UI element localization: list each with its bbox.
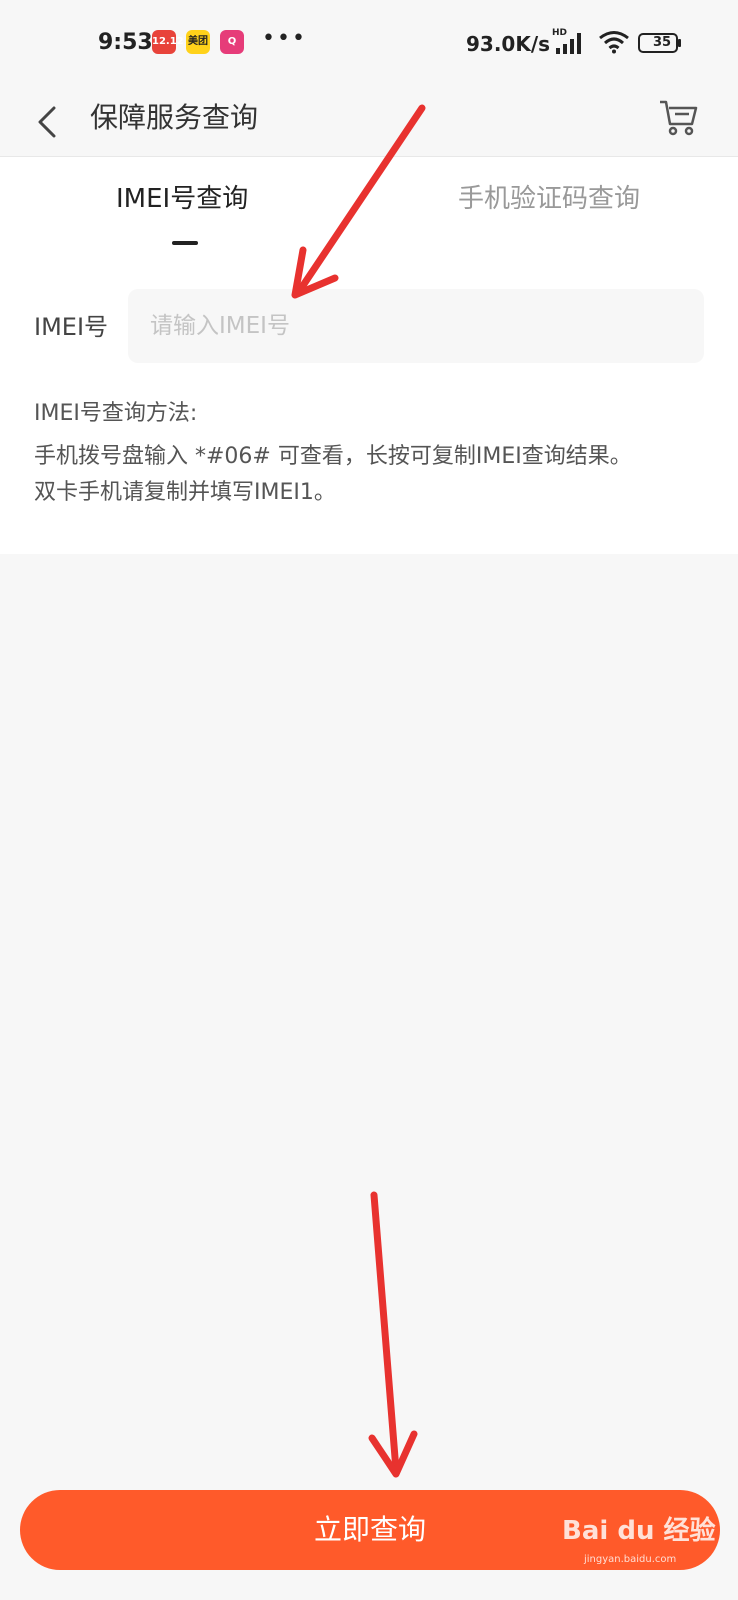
page-title: 保障服务查询 (90, 101, 259, 134)
active-tab-indicator (172, 241, 198, 245)
chevron-left-icon[interactable] (30, 100, 70, 144)
annotation-arrow-to-button (368, 1191, 418, 1478)
method-instruction-line: 双卡手机请复制并填写IMEI1。 (34, 480, 336, 505)
status-time: 9:53 (98, 30, 153, 55)
imei-form-card: IMEI号 IMEI号查询方法: 手机拨号盘输入 *#06# 可查看，长按可复制… (0, 249, 738, 554)
imei-field-label: IMEI号 (34, 313, 109, 341)
status-bar: 9:53 12.12 美团 Q ••• 93.0K/s HD 35 (0, 0, 738, 86)
nav-bar: 保障服务查询 (0, 86, 738, 156)
method-title: IMEI号查询方法: (34, 401, 198, 426)
more-notifications-icon: ••• (262, 26, 307, 51)
cart-icon[interactable] (658, 96, 700, 138)
shopping-app-icon: 12.12 (152, 30, 184, 54)
method-instruction-line: 手机拨号盘输入 *#06# 可查看，长按可复制IMEI查询结果。 (34, 444, 632, 469)
imei-input[interactable] (128, 289, 704, 363)
tab-bar: IMEI号查询 手机验证码查询 (0, 156, 738, 250)
watermark-url: jingyan.baidu.com (584, 1554, 677, 1565)
tab-sms-code-query[interactable]: 手机验证码查询 (458, 179, 640, 219)
network-speed: 93.0K/s (466, 32, 551, 56)
baidu-jingyan-watermark: Bai du 经验 (562, 1516, 716, 1546)
signal-icon (556, 33, 581, 54)
q-app-icon: Q (220, 30, 244, 54)
meituan-app-icon: 美团 (186, 30, 210, 54)
tab-imei-query[interactable]: IMEI号查询 (116, 179, 248, 219)
battery-level: 35 (652, 35, 672, 50)
wifi-icon (599, 31, 629, 54)
